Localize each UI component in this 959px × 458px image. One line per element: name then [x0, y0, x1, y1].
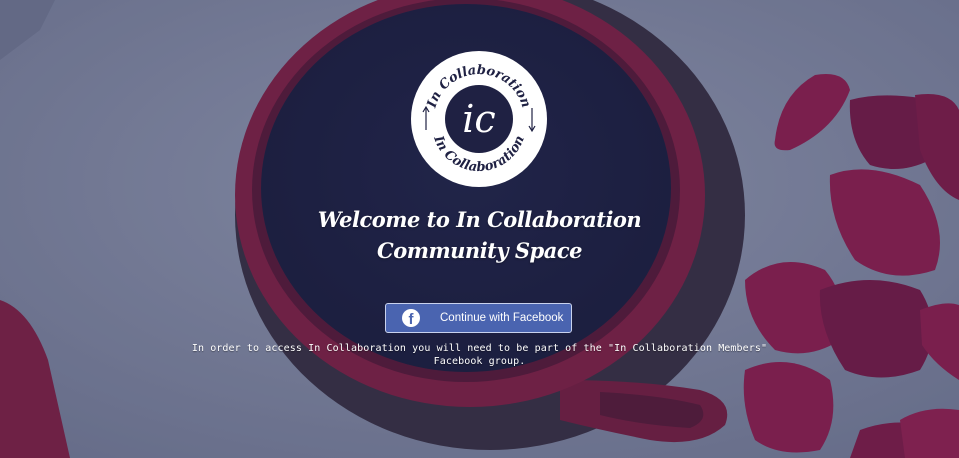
logo-monogram: ic	[462, 97, 495, 141]
facebook-icon: f	[402, 309, 420, 328]
in-collaboration-logo: In Collaboration In Collaboration ic	[411, 51, 547, 187]
login-panel: In Collaboration In Collaboration ic Wel…	[0, 0, 959, 458]
continue-with-facebook-button[interactable]: f Continue with Facebook	[385, 303, 572, 333]
welcome-heading-line-2: Community Space	[377, 238, 583, 263]
facebook-button-label: Continue with Facebook	[440, 312, 564, 324]
page-background: In Collaboration In Collaboration ic Wel…	[0, 0, 959, 458]
facebook-group-notice: In order to access In Collaboration you …	[191, 343, 768, 367]
welcome-heading: Welcome to In Collaboration Community Sp…	[200, 204, 759, 266]
welcome-heading-line-1: Welcome to In Collaboration	[317, 207, 642, 232]
